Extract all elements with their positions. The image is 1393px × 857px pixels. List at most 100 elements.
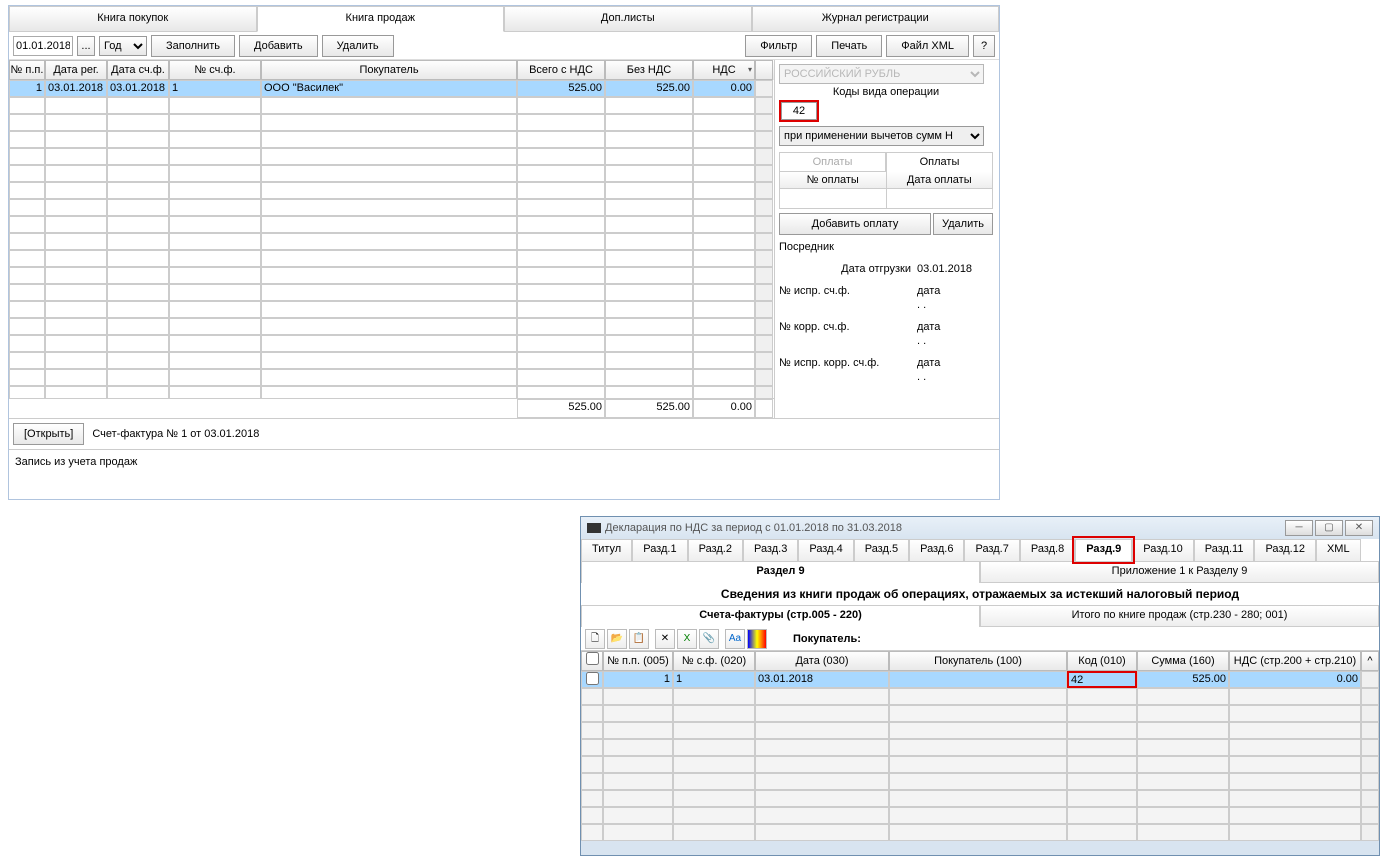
grid-row-empty[interactable] <box>9 318 774 335</box>
col2-code[interactable]: Код (010) <box>1067 651 1137 671</box>
open-icon[interactable]: 📂 <box>607 629 627 649</box>
grid2-row-empty[interactable] <box>581 773 1379 790</box>
grid-row-empty[interactable] <box>9 131 774 148</box>
grid2-row-empty[interactable] <box>581 688 1379 705</box>
tab-razd10[interactable]: Разд.10 <box>1132 539 1193 561</box>
grid-row-empty[interactable] <box>9 301 774 318</box>
select-all-checkbox[interactable] <box>586 652 599 665</box>
col2-buyer[interactable]: Покупатель (100) <box>889 651 1067 671</box>
grid-row-empty[interactable] <box>9 352 774 369</box>
subtab-appendix1[interactable]: Приложение 1 к Разделу 9 <box>980 561 1379 583</box>
grid2-row-empty[interactable] <box>581 705 1379 722</box>
period-select[interactable]: Год <box>99 36 147 56</box>
new-icon[interactable]: 🗋 <box>585 629 605 649</box>
col2-sum[interactable]: Сумма (160) <box>1137 651 1229 671</box>
grid-row-empty[interactable] <box>9 233 774 250</box>
date-picker-button[interactable]: ... <box>77 36 95 56</box>
grid-row-empty[interactable] <box>9 165 774 182</box>
tab-razd4[interactable]: Разд.4 <box>798 539 853 561</box>
col-date-reg[interactable]: Дата рег. <box>45 60 107 80</box>
tab-razd1[interactable]: Разд.1 <box>632 539 687 561</box>
col2-check[interactable] <box>581 651 603 671</box>
grid-row-empty[interactable] <box>9 267 774 284</box>
opcode-input[interactable] <box>781 102 817 120</box>
grid-row-empty[interactable] <box>9 284 774 301</box>
copy-icon[interactable]: 📋 <box>629 629 649 649</box>
delete-icon[interactable]: ✕ <box>655 629 675 649</box>
opcode-desc-select[interactable]: при применении вычетов сумм Н <box>779 126 984 146</box>
xml-button[interactable]: Файл XML <box>886 35 969 57</box>
tab-razd5[interactable]: Разд.5 <box>854 539 909 561</box>
tab-razd12[interactable]: Разд.12 <box>1254 539 1315 561</box>
grid-row-empty[interactable] <box>9 182 774 199</box>
col-no-vat[interactable]: Без НДС <box>605 60 693 80</box>
font-icon[interactable]: Aa <box>725 629 745 649</box>
grid-row-empty[interactable] <box>9 114 774 131</box>
filter-button[interactable]: Фильтр <box>745 35 812 57</box>
paste-icon[interactable]: 📎 <box>699 629 719 649</box>
col2-sf[interactable]: № с.ф. (020) <box>673 651 755 671</box>
col-num[interactable]: № п.п. <box>9 60 45 80</box>
tab-additional-sheets[interactable]: Доп.листы <box>504 6 752 31</box>
grid-row-empty[interactable] <box>9 199 774 216</box>
grid2-row-empty[interactable] <box>581 722 1379 739</box>
date-from-input[interactable] <box>13 36 73 56</box>
titlebar[interactable]: Декларация по НДС за период с 01.01.2018… <box>581 517 1379 539</box>
print-button[interactable]: Печать <box>816 35 882 57</box>
excel-icon[interactable]: X <box>677 629 697 649</box>
col-total[interactable]: Всего с НДС <box>517 60 605 80</box>
tab-razd2[interactable]: Разд.2 <box>688 539 743 561</box>
tab-razd7[interactable]: Разд.7 <box>964 539 1019 561</box>
col2-num[interactable]: № п.п. (005) <box>603 651 673 671</box>
tab-xml[interactable]: XML <box>1316 539 1361 561</box>
col-date-sf[interactable]: Дата сч.ф. <box>107 60 169 80</box>
grid-row-empty[interactable] <box>9 335 774 352</box>
grid2-row-empty[interactable] <box>581 790 1379 807</box>
tab-razd8[interactable]: Разд.8 <box>1020 539 1075 561</box>
pay-grid-body[interactable] <box>779 189 993 209</box>
grid-row-empty[interactable] <box>9 250 774 267</box>
col2-date[interactable]: Дата (030) <box>755 651 889 671</box>
tab-razd6[interactable]: Разд.6 <box>909 539 964 561</box>
tab-purchase-book[interactable]: Книга покупок <box>9 6 257 31</box>
tab-sales-book[interactable]: Книга продаж <box>257 6 505 32</box>
tab-razd3[interactable]: Разд.3 <box>743 539 798 561</box>
open-button[interactable]: [Открыть] <box>13 423 84 445</box>
delete-payment-button[interactable]: Удалить <box>933 213 993 235</box>
pay-tab-2[interactable]: Оплаты <box>886 152 993 172</box>
fill-button[interactable]: Заполнить <box>151 35 235 57</box>
grid-row-empty[interactable] <box>9 386 774 398</box>
tab-razd11[interactable]: Разд.11 <box>1194 539 1255 561</box>
grid2-row-empty[interactable] <box>581 739 1379 756</box>
add-button[interactable]: Добавить <box>239 35 318 57</box>
tab-titul[interactable]: Титул <box>581 539 632 561</box>
col-num-sf[interactable]: № сч.ф. <box>169 60 261 80</box>
grid-row[interactable]: 1 03.01.2018 03.01.2018 1 ООО "Василек" … <box>9 80 774 97</box>
col2-nds[interactable]: НДС (стр.200 + стр.210) <box>1229 651 1361 671</box>
grid2-row-empty[interactable] <box>581 756 1379 773</box>
delete-button[interactable]: Удалить <box>322 35 394 57</box>
maximize-button[interactable]: ▢ <box>1315 520 1343 536</box>
grid2-row-empty[interactable] <box>581 807 1379 824</box>
subtab-section9[interactable]: Раздел 9 <box>581 561 980 583</box>
grid-row-empty[interactable] <box>9 97 774 114</box>
col-buyer[interactable]: Покупатель <box>261 60 517 80</box>
add-payment-button[interactable]: Добавить оплату <box>779 213 931 235</box>
app-icon <box>587 523 601 533</box>
subsubtab-invoices[interactable]: Счета-фактуры (стр.005 - 220) <box>581 605 980 627</box>
grid-row-empty[interactable] <box>9 369 774 386</box>
tab-registration-journal[interactable]: Журнал регистрации <box>752 6 1000 31</box>
minimize-button[interactable]: ─ <box>1285 520 1313 536</box>
tab-razd9[interactable]: Разд.9 <box>1075 539 1132 561</box>
help-button[interactable]: ? <box>973 35 995 57</box>
row-checkbox[interactable] <box>586 672 599 685</box>
grid2-row[interactable]: 1 1 03.01.2018 42 525.00 0.00 <box>581 671 1379 688</box>
close-button[interactable]: ✕ <box>1345 520 1373 536</box>
grid-row-empty[interactable] <box>9 216 774 233</box>
col-vat[interactable]: НДС <box>693 60 755 80</box>
color-icon[interactable] <box>747 629 767 649</box>
grid2-row-empty[interactable] <box>581 824 1379 841</box>
currency-select[interactable]: РОССИЙСКИЙ РУБЛЬ <box>779 64 984 84</box>
subsubtab-totals[interactable]: Итого по книге продаж (стр.230 - 280; 00… <box>980 605 1379 627</box>
grid-row-empty[interactable] <box>9 148 774 165</box>
